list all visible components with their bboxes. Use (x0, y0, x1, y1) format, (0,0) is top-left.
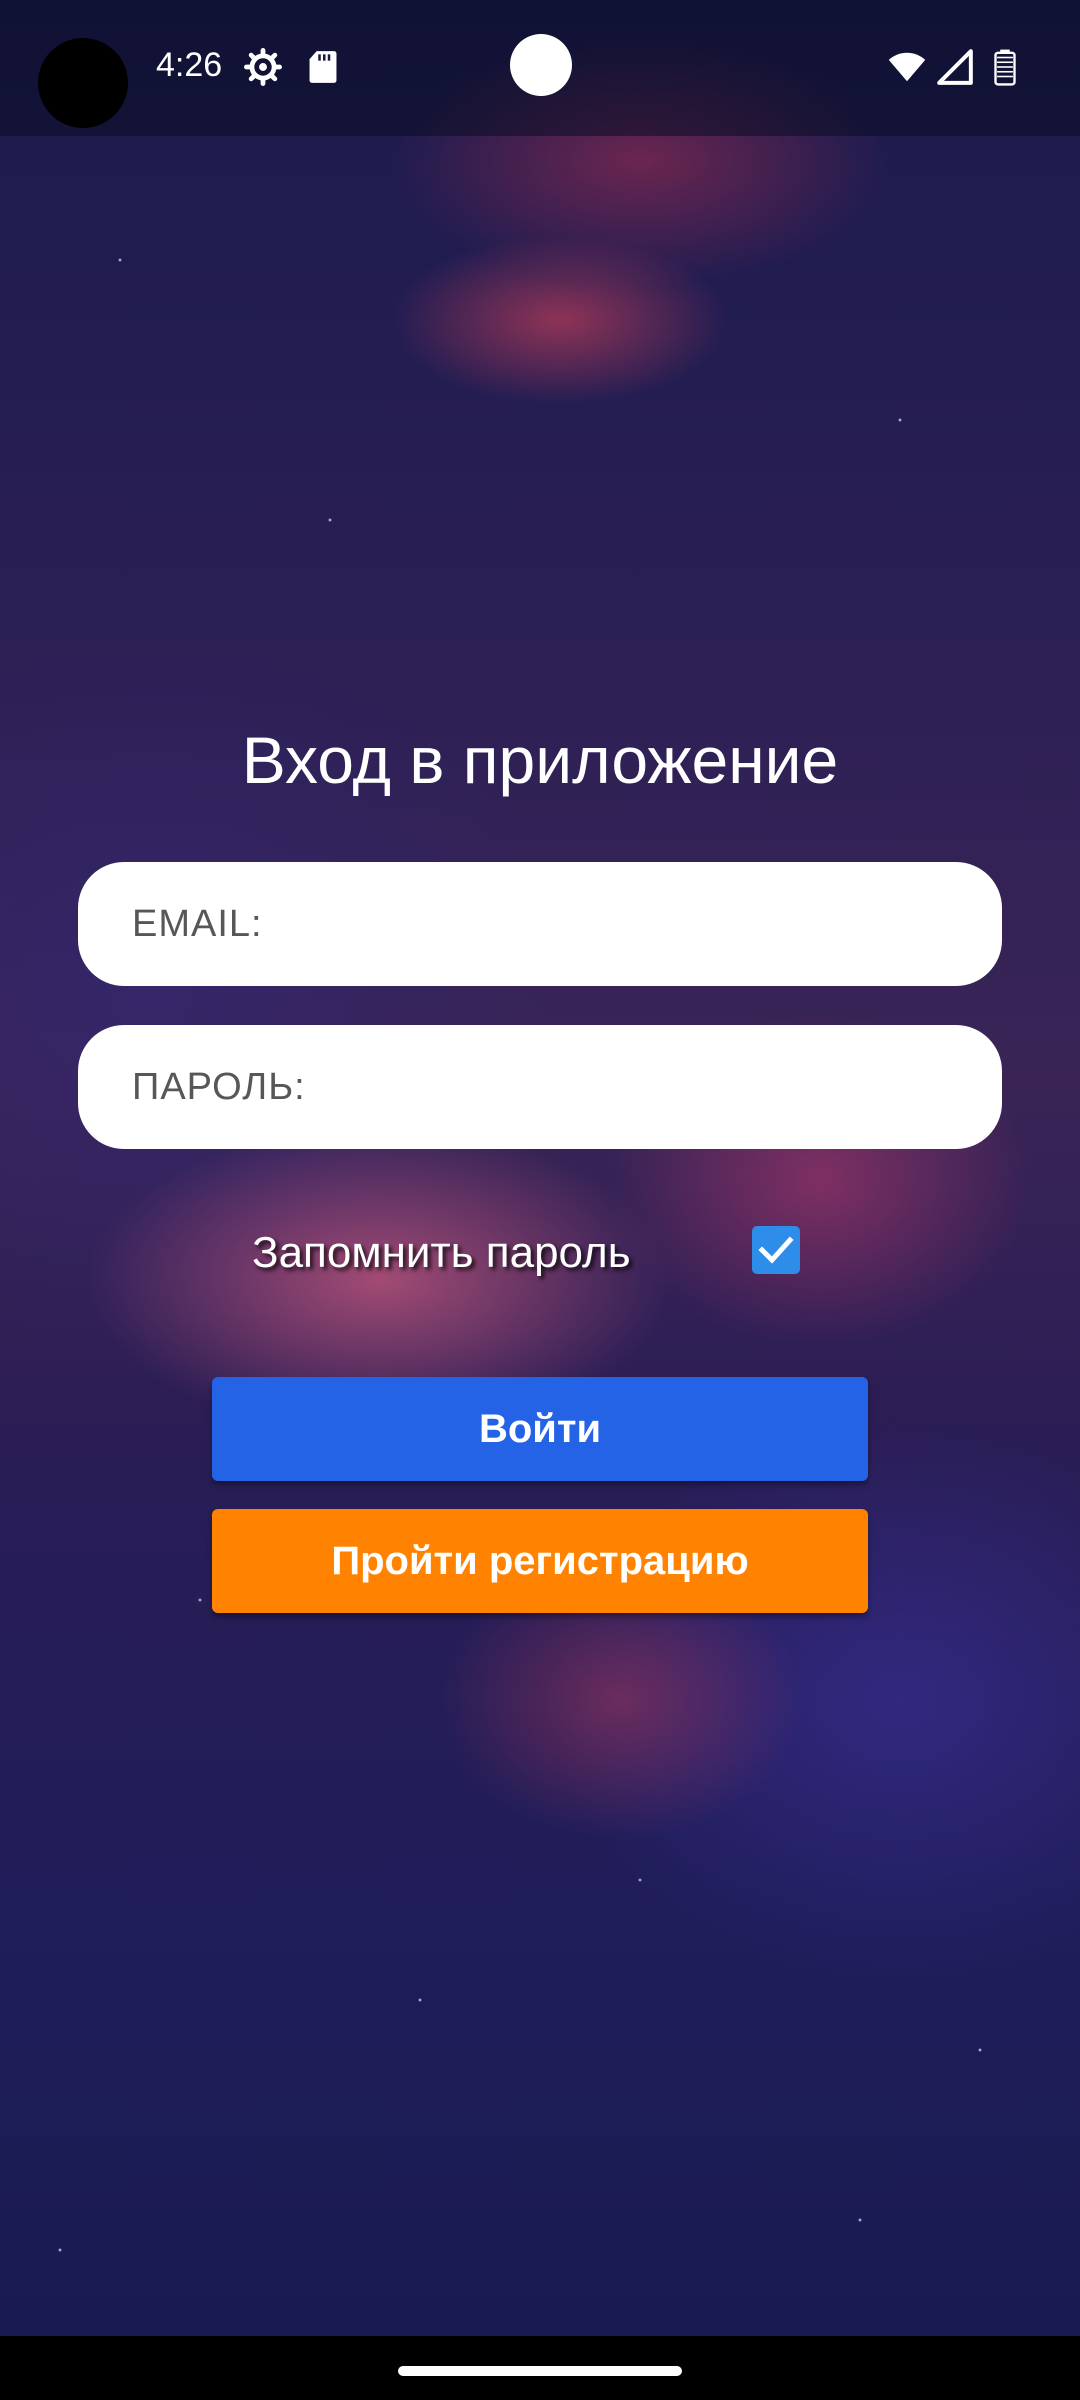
battery-icon (986, 48, 1024, 86)
camera-cutout (38, 38, 128, 128)
remember-password-row: Запомнить пароль (0, 1220, 1080, 1290)
page-title: Вход в приложение (241, 723, 839, 797)
remember-password-label: Запомнить пароль (252, 1228, 631, 1277)
wifi-icon (888, 48, 926, 86)
sd-card-icon (304, 48, 342, 86)
remember-password-checkbox[interactable] (752, 1226, 800, 1274)
status-time: 4:26 (156, 46, 223, 84)
settings-icon (244, 48, 282, 86)
front-camera (510, 34, 572, 96)
app-screen: 4:26 Вход в приложение EMAIL: Запомнить … (0, 0, 1080, 2400)
home-gesture-handle[interactable] (398, 2366, 682, 2376)
register-button[interactable]: Пройти регистрацию (212, 1509, 868, 1613)
navigation-bar (0, 2336, 1080, 2400)
checkmark-icon (758, 1236, 794, 1264)
password-field[interactable] (78, 1025, 1002, 1149)
login-button[interactable]: Войти (212, 1377, 868, 1481)
email-field[interactable] (78, 862, 1002, 986)
space-background (0, 0, 1080, 2400)
signal-icon (936, 48, 974, 86)
status-bar: 4:26 (0, 0, 1080, 136)
